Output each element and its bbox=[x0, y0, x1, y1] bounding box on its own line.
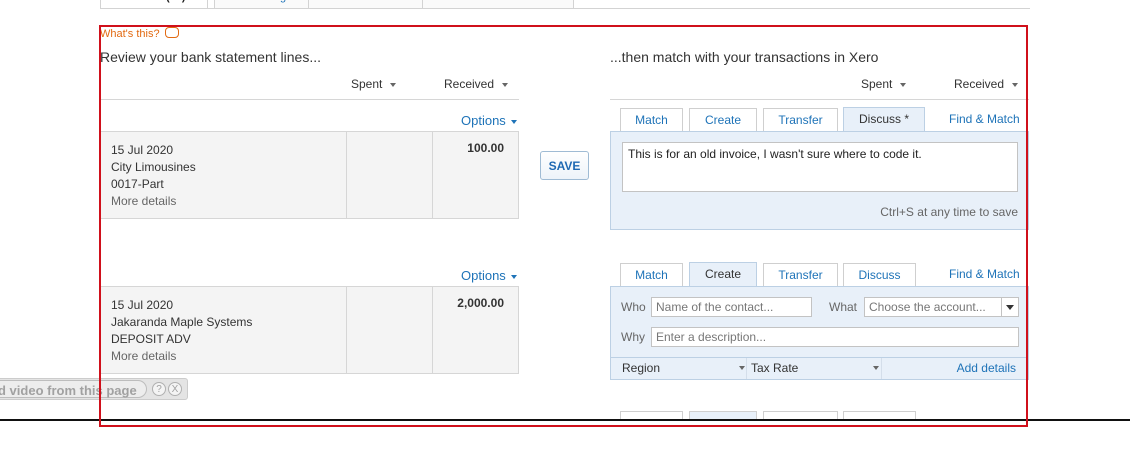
video-pill[interactable]: d video from this page bbox=[0, 380, 147, 398]
statement-received-amount: 2,000.00 bbox=[457, 296, 504, 310]
tab-account-transactions[interactable]: Account transactions bbox=[422, 0, 574, 9]
tab-discuss[interactable]: Discuss * bbox=[843, 107, 925, 132]
left-header-divider bbox=[100, 99, 519, 100]
column-divider bbox=[346, 287, 347, 373]
left-received-label: Received bbox=[444, 77, 495, 91]
options-dropdown[interactable]: Options bbox=[461, 268, 517, 283]
find-and-match-link[interactable]: Find & Match bbox=[949, 267, 1020, 281]
why-description-input[interactable]: Enter a description... bbox=[651, 327, 1019, 347]
statement-lines-title: Review your bank statement lines... bbox=[100, 49, 321, 65]
tab-match[interactable]: Match bbox=[620, 263, 683, 287]
save-button[interactable]: SAVE bbox=[540, 151, 589, 180]
more-details-link[interactable]: More details bbox=[111, 348, 176, 365]
tab-reconcile[interactable]: Reconcile (20) bbox=[100, 0, 208, 9]
statement-payee: Jakaranda Maple Systems bbox=[111, 315, 253, 329]
dropdown-arrow-icon[interactable] bbox=[1001, 298, 1018, 316]
more-details-link[interactable]: More details bbox=[111, 193, 176, 210]
video-helper-text[interactable]: d video from this page bbox=[0, 383, 137, 398]
chevron-down-icon bbox=[502, 82, 509, 87]
left-spent-label: Spent bbox=[351, 77, 383, 91]
statement-payee: City Limousines bbox=[111, 160, 196, 174]
column-divider bbox=[432, 132, 433, 218]
right-spent-label: Spent bbox=[861, 77, 893, 91]
chevron-down-icon bbox=[1012, 82, 1019, 87]
find-and-match-link[interactable]: Find & Match bbox=[949, 112, 1020, 126]
column-divider bbox=[881, 358, 882, 379]
statement-date: 15 Jul 2020 bbox=[111, 298, 174, 312]
chevron-down-icon bbox=[510, 119, 517, 124]
statement-reference: 0017-Part bbox=[111, 177, 164, 191]
help-icon[interactable]: ? bbox=[152, 382, 166, 396]
chevron-down-icon bbox=[510, 274, 517, 279]
video-helper-bar[interactable]: d video from this page ? X bbox=[0, 378, 188, 400]
why-label: Why bbox=[621, 330, 645, 344]
statement-received-amount: 100.00 bbox=[467, 141, 504, 155]
statement-line[interactable]: 15 Jul 2020 Jakaranda Maple Systems DEPO… bbox=[100, 286, 519, 374]
tax-rate-select[interactable]: Tax Rate bbox=[751, 361, 798, 375]
statement-line[interactable]: 15 Jul 2020 City Limousines 0017-Part Mo… bbox=[100, 131, 519, 219]
whats-this-label[interactable]: What's this? bbox=[100, 28, 160, 40]
tab-create[interactable]: Create bbox=[689, 108, 757, 132]
tab-bank-statements[interactable]: Bank statements bbox=[308, 0, 430, 9]
column-divider bbox=[746, 358, 747, 379]
region-select[interactable]: Region bbox=[622, 361, 660, 375]
right-received-label: Received bbox=[954, 77, 1005, 91]
options-dropdown[interactable]: Options bbox=[461, 113, 517, 128]
who-contact-input[interactable]: Name of the contact... bbox=[651, 297, 812, 317]
tracking-bar: Region Tax Rate Add details bbox=[611, 357, 1028, 379]
create-panel: Who Name of the contact... What Choose t… bbox=[610, 286, 1029, 380]
tab-cash-coding[interactable]: Cash coding bbox=[214, 0, 316, 9]
left-spent-header[interactable]: Spent bbox=[351, 77, 397, 91]
chevron-down-icon bbox=[390, 82, 397, 87]
right-received-header[interactable]: Received bbox=[954, 77, 1019, 91]
tab-discuss[interactable]: Discuss bbox=[843, 263, 916, 287]
add-details-link[interactable]: Add details bbox=[957, 361, 1016, 375]
match-transactions-title: ...then match with your transactions in … bbox=[610, 49, 879, 65]
statement-date: 15 Jul 2020 bbox=[111, 143, 174, 157]
bottom-divider bbox=[0, 419, 1130, 421]
close-icon[interactable]: X bbox=[168, 382, 182, 396]
whats-this-link[interactable]: What's this? bbox=[100, 26, 179, 40]
discuss-note-textarea[interactable]: This is for an old invoice, I wasn't sur… bbox=[622, 142, 1018, 192]
options-label: Options bbox=[461, 268, 506, 283]
what-account-placeholder: Choose the account... bbox=[869, 300, 986, 314]
tab-transfer[interactable]: Transfer bbox=[763, 263, 838, 287]
column-divider bbox=[346, 132, 347, 218]
chevron-down-icon bbox=[900, 82, 907, 87]
tab-create[interactable]: Create bbox=[689, 262, 757, 287]
chevron-down-icon bbox=[739, 366, 745, 370]
options-label: Options bbox=[461, 113, 506, 128]
left-received-header[interactable]: Received bbox=[444, 77, 509, 91]
speech-bubble-icon bbox=[164, 27, 179, 38]
right-header-divider bbox=[610, 99, 1029, 100]
what-account-select[interactable]: Choose the account... bbox=[864, 297, 1019, 317]
column-divider bbox=[432, 287, 433, 373]
discuss-panel: This is for an old invoice, I wasn't sur… bbox=[610, 131, 1029, 230]
what-label: What bbox=[829, 300, 858, 314]
tab-transfer[interactable]: Transfer bbox=[763, 108, 838, 132]
tab-match[interactable]: Match bbox=[620, 108, 683, 132]
who-label: Who bbox=[621, 300, 646, 314]
save-shortcut-hint: Ctrl+S at any time to save bbox=[880, 205, 1018, 219]
statement-reference: DEPOSIT ADV bbox=[111, 332, 191, 346]
right-spent-header[interactable]: Spent bbox=[861, 77, 907, 91]
chevron-down-icon bbox=[873, 366, 879, 370]
